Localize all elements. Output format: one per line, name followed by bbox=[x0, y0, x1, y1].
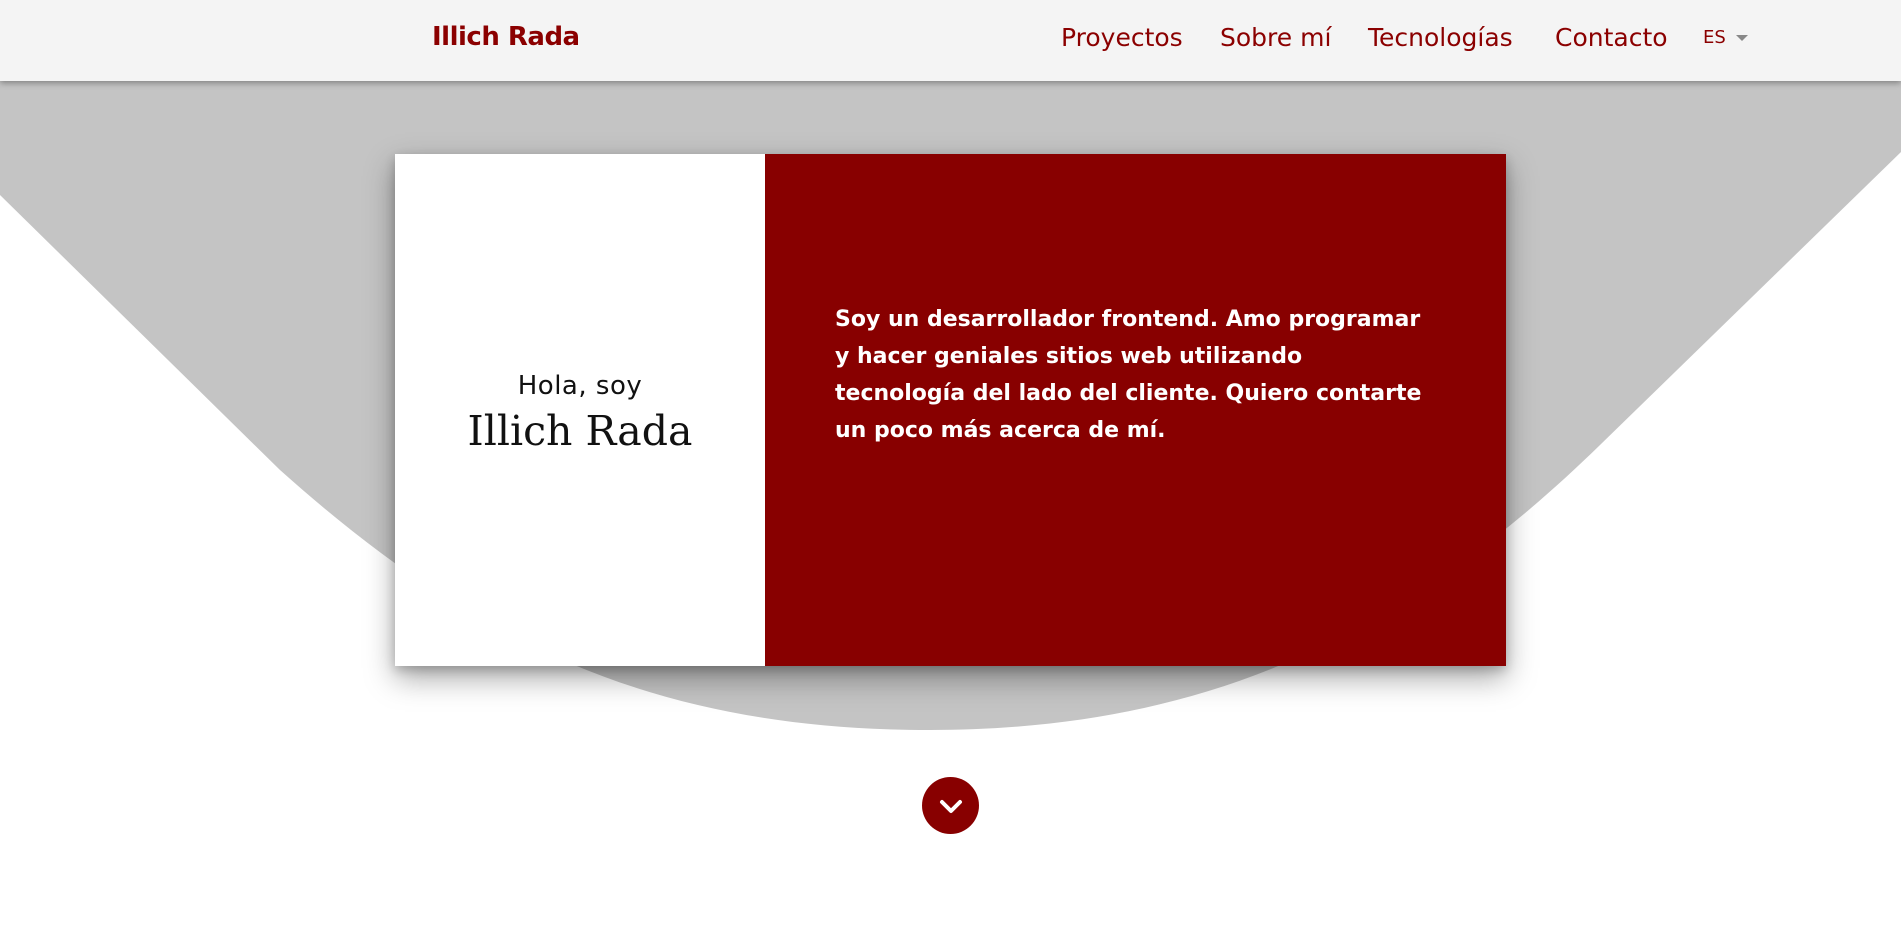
site-header: Illich Rada Proyectos Sobre mí Tecnologí… bbox=[0, 0, 1901, 81]
nav-link-contacto[interactable]: Contacto bbox=[1555, 23, 1668, 52]
hero-intro-panel: Soy un desarrollador frontend. Amo progr… bbox=[765, 154, 1506, 666]
hero-name: Illich Rada bbox=[467, 407, 693, 455]
chevron-down-icon bbox=[939, 799, 962, 813]
page: Illich Rada Proyectos Sobre mí Tecnologí… bbox=[0, 0, 1901, 936]
language-label: ES bbox=[1703, 27, 1726, 48]
hero-intro-text: Soy un desarrollador frontend. Amo progr… bbox=[835, 307, 1422, 443]
nav-link-sobre-mi[interactable]: Sobre mí bbox=[1220, 23, 1331, 52]
hero-greeting: Hola, soy bbox=[517, 371, 643, 401]
language-selector[interactable]: ES bbox=[1703, 27, 1748, 48]
scroll-down-button[interactable] bbox=[922, 777, 979, 834]
brand-logo[interactable]: Illich Rada bbox=[432, 22, 580, 52]
caret-down-icon bbox=[1735, 34, 1748, 41]
hero-card: Hola, soy Illich Rada Soy un desarrollad… bbox=[395, 154, 1506, 666]
nav-link-proyectos[interactable]: Proyectos bbox=[1061, 23, 1183, 52]
nav-link-tecnologias[interactable]: Tecnologías bbox=[1368, 23, 1513, 52]
hero-name-panel: Hola, soy Illich Rada bbox=[395, 154, 765, 666]
